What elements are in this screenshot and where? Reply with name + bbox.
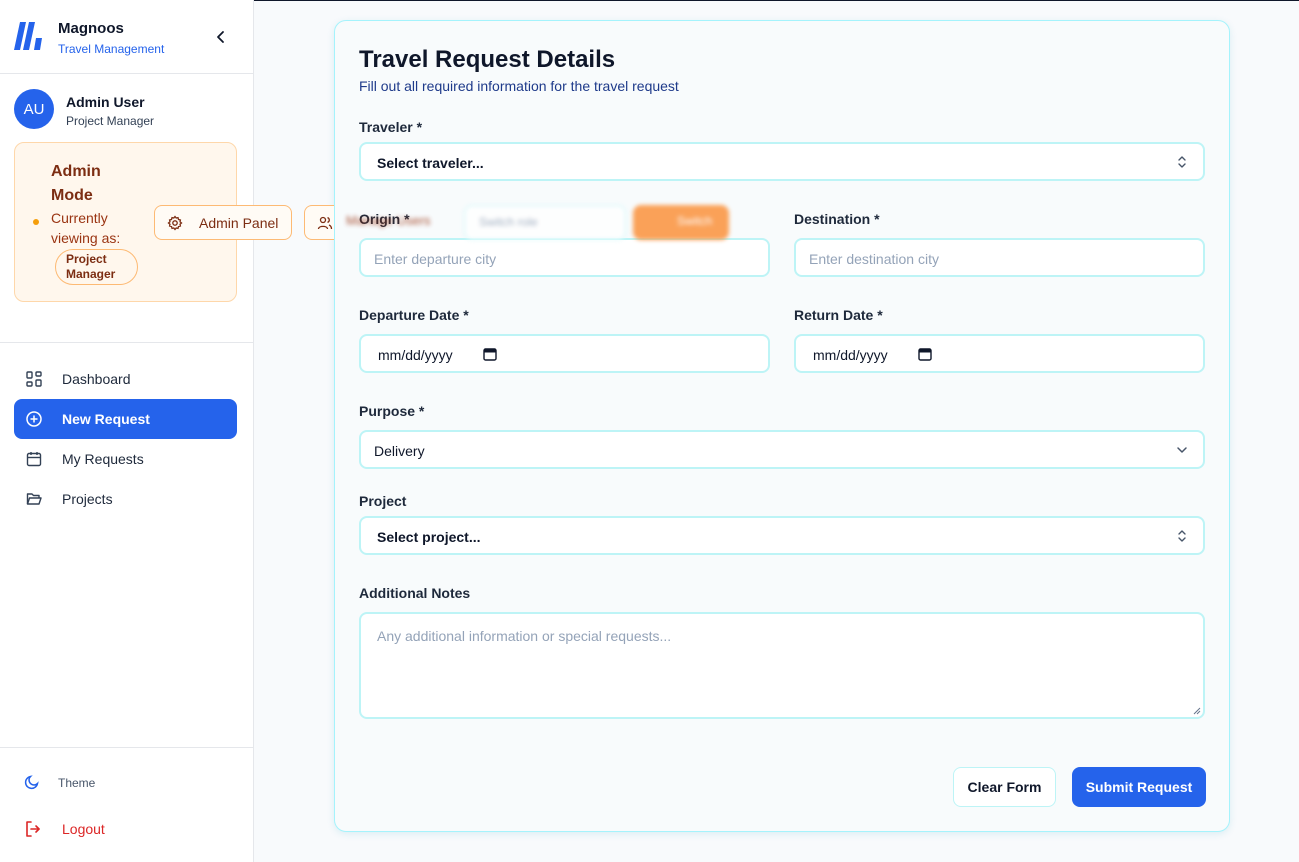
chevron-down-icon — [1177, 447, 1187, 453]
calendar-icon[interactable] — [483, 347, 497, 361]
notes-textarea[interactable]: Any additional information or special re… — [359, 612, 1205, 719]
sidebar-item-new-request[interactable]: New Request — [14, 399, 237, 439]
traveler-value: Select traveler... — [377, 155, 484, 171]
switch-button[interactable]: Switch — [633, 205, 729, 240]
brand-name: Magnoos — [58, 20, 124, 37]
return-date-value: mm/dd/yyyy — [813, 347, 888, 363]
departure-date-label: Departure Date * — [359, 307, 469, 323]
gear-icon — [167, 215, 183, 231]
origin-input[interactable]: Enter departure city — [359, 238, 770, 277]
submit-request-button[interactable]: Submit Request — [1072, 767, 1206, 807]
page-title: Travel Request Details — [359, 46, 616, 73]
purpose-value: Delivery — [374, 443, 425, 459]
manage-users-label: Manage Users — [346, 213, 431, 228]
sidebar-item-my-requests[interactable]: My Requests — [14, 439, 237, 479]
sidebar-item-dashboard[interactable]: Dashboard — [14, 359, 237, 399]
theme-label: Theme — [58, 776, 96, 790]
chevron-up-down-icon — [1178, 156, 1186, 168]
sidebar: Magnoos Travel Management AU Admin User … — [0, 0, 254, 862]
logout-label: Logout — [62, 821, 105, 837]
resize-handle-icon[interactable] — [1193, 707, 1201, 715]
switch-role-placeholder: Switch role — [479, 215, 538, 229]
logout-button[interactable]: Logout — [14, 814, 214, 842]
sidebar-item-label: Dashboard — [62, 371, 131, 387]
divider — [0, 747, 253, 748]
destination-placeholder: Enter destination city — [809, 251, 939, 267]
project-label: Project — [359, 493, 407, 509]
origin-placeholder: Enter departure city — [374, 251, 497, 267]
chevron-left-icon[interactable] — [212, 28, 230, 46]
sidebar-item-label: Projects — [62, 491, 113, 507]
purpose-label: Purpose * — [359, 403, 425, 419]
switch-role-select[interactable]: Switch role — [464, 205, 626, 240]
admin-panel-label: Admin Panel — [199, 215, 279, 231]
theme-toggle[interactable]: Theme — [14, 770, 214, 796]
return-date-label: Return Date * — [794, 307, 883, 323]
purpose-select[interactable]: Delivery — [359, 430, 1205, 469]
chevron-up-down-icon — [1178, 530, 1186, 542]
notes-label: Additional Notes — [359, 585, 471, 601]
departure-date-input[interactable]: mm/dd/yyyy — [359, 334, 770, 373]
sidebar-item-label: New Request — [62, 411, 150, 427]
admin-mode-title: Admin Mode — [51, 163, 101, 204]
magnoos-logo-icon — [14, 22, 42, 50]
plus-circle-icon — [26, 411, 42, 427]
destination-label: Destination * — [794, 211, 880, 227]
status-dot-icon — [33, 219, 39, 225]
traveler-label: Traveler * — [359, 119, 423, 135]
return-date-input[interactable]: mm/dd/yyyy — [794, 334, 1205, 373]
project-select[interactable]: Select project... — [359, 516, 1205, 555]
role-badge: Project Manager — [55, 249, 138, 285]
calendar-icon[interactable] — [918, 347, 932, 361]
brand-subtitle: Travel Management — [58, 42, 165, 56]
moon-icon — [24, 775, 39, 790]
user-role: Project Manager — [66, 114, 155, 128]
project-value: Select project... — [377, 529, 481, 545]
users-icon — [317, 216, 333, 230]
notes-placeholder: Any additional information or special re… — [377, 628, 672, 644]
page-subtitle: Fill out all required information for th… — [359, 78, 679, 94]
viewing-as-label: Currently viewing as: — [51, 210, 121, 246]
destination-input[interactable]: Enter destination city — [794, 238, 1205, 277]
travel-request-card: Travel Request Details Fill out all requ… — [334, 20, 1230, 832]
divider — [0, 342, 253, 343]
avatar: AU — [14, 89, 54, 129]
sidebar-item-projects[interactable]: Projects — [14, 479, 237, 519]
sidebar-item-label: My Requests — [62, 451, 144, 467]
departure-date-value: mm/dd/yyyy — [378, 347, 453, 363]
traveler-select[interactable]: Select traveler... — [359, 142, 1205, 181]
logout-icon — [26, 821, 40, 837]
switch-button-label: Switch — [677, 214, 713, 228]
dashboard-grid-icon — [26, 371, 42, 387]
brand-header: Magnoos Travel Management — [0, 0, 253, 74]
manage-users-button[interactable] — [304, 205, 334, 240]
calendar-icon — [26, 452, 42, 467]
clear-form-button[interactable]: Clear Form — [953, 767, 1056, 807]
admin-panel-button[interactable]: Admin Panel — [154, 205, 292, 240]
user-name: Admin User — [66, 94, 145, 110]
folder-open-icon — [26, 493, 42, 505]
